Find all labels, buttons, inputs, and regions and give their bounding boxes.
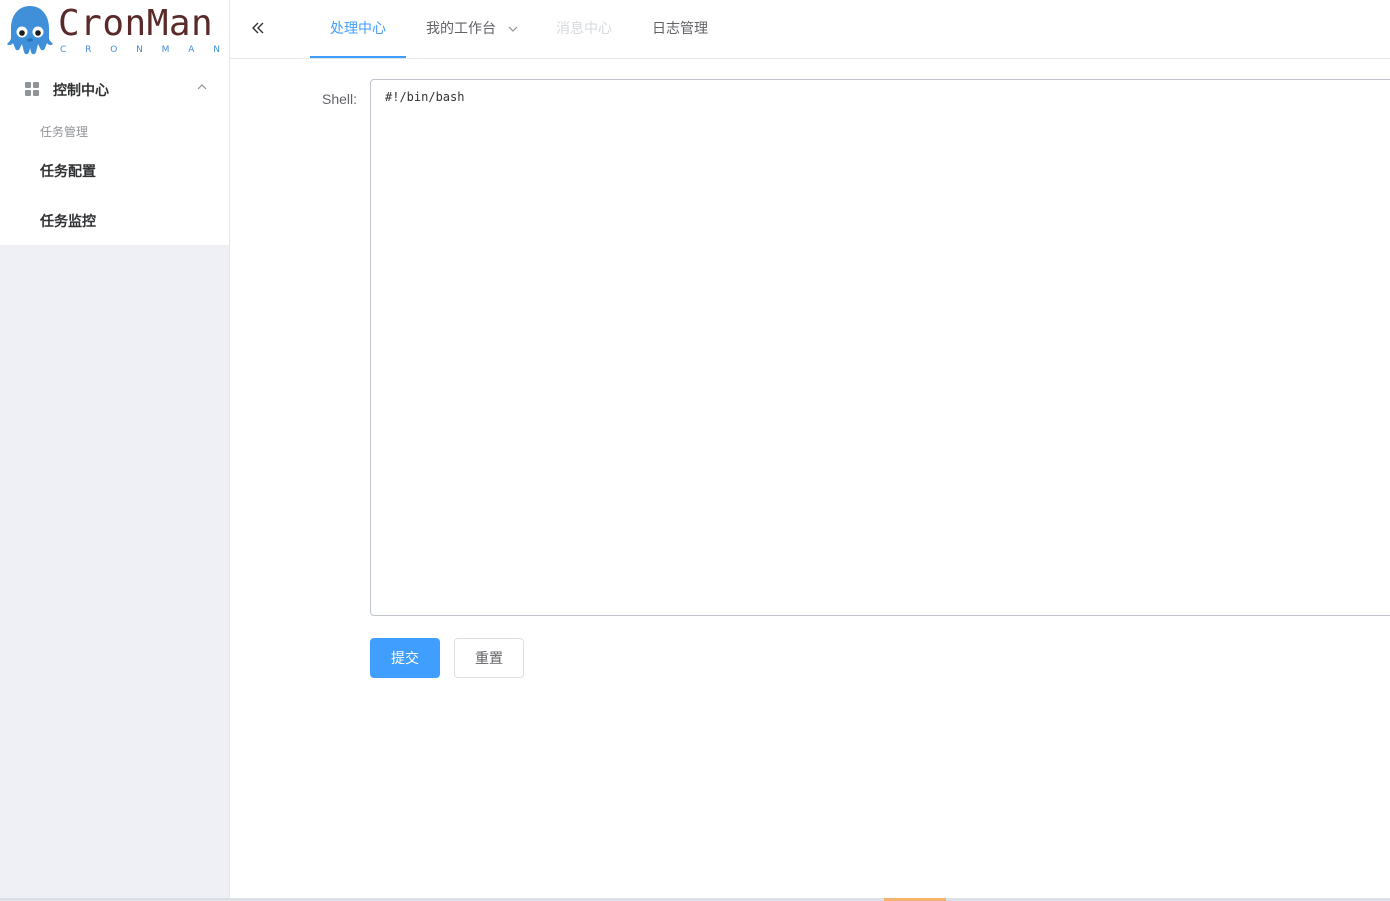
tab-label: 日志管理 [652,20,708,36]
chevron-up-icon [197,84,207,90]
logo-subtitle: C R O N M A N [60,45,220,55]
menu-subgroup-title: 任务管理 [40,125,89,139]
tab-message-center: 消息中心 [556,0,612,58]
reset-button[interactable]: 重置 [454,638,524,678]
tab-label: 我的工作台 [426,20,496,36]
tab-processing-center[interactable]: 处理中心 [310,0,406,58]
sidebar-menu: 控制中心 任务管理 任务配置 任务监控 [0,59,229,245]
logo-subtitle-letter: O [110,45,118,55]
logo-subtitle-letter: A [188,45,195,55]
menu-group-label: 控制中心 [53,82,109,98]
tab-my-workbench[interactable]: 我的工作台 [426,0,518,58]
logo-subtitle-letter: C [60,45,67,55]
logo-title: CronMan [58,3,214,44]
menu-group-control-center[interactable]: 控制中心 [0,59,229,117]
tab-log-management[interactable]: 日志管理 [652,0,708,58]
logo-subtitle-letter: N [136,45,143,55]
sidebar-item-task-monitor[interactable]: 任务监控 [0,195,229,245]
tab-label: 处理中心 [330,20,386,36]
submit-button[interactable]: 提交 [370,638,440,678]
tab-label: 消息中心 [556,20,612,36]
logo-subtitle-letter: R [85,45,92,55]
top-nav: 处理中心 我的工作台 消息中心 日志管理 [230,0,1390,59]
sidebar-item-task-config[interactable]: 任务配置 [0,145,229,195]
main-content: Shell: #!/bin/bash 提交 重置 [230,59,1390,901]
grid-icon [25,82,39,96]
double-chevron-left-icon[interactable] [250,20,266,36]
octopus-mascot-icon [7,6,53,55]
sidebar-item-label: 任务配置 [40,163,96,179]
shell-textarea[interactable]: #!/bin/bash [370,79,1390,616]
sidebar-item-label: 任务监控 [40,213,96,229]
sidebar: CronMan C R O N M A N 控制中心 任务管理 任务配置 任务监… [0,0,230,901]
logo-subtitle-letter: N [213,45,220,55]
logo[interactable]: CronMan C R O N M A N [0,0,229,59]
shell-label: Shell: [322,91,358,107]
logo-subtitle-letter: M [161,45,170,55]
chevron-down-icon [508,26,518,33]
